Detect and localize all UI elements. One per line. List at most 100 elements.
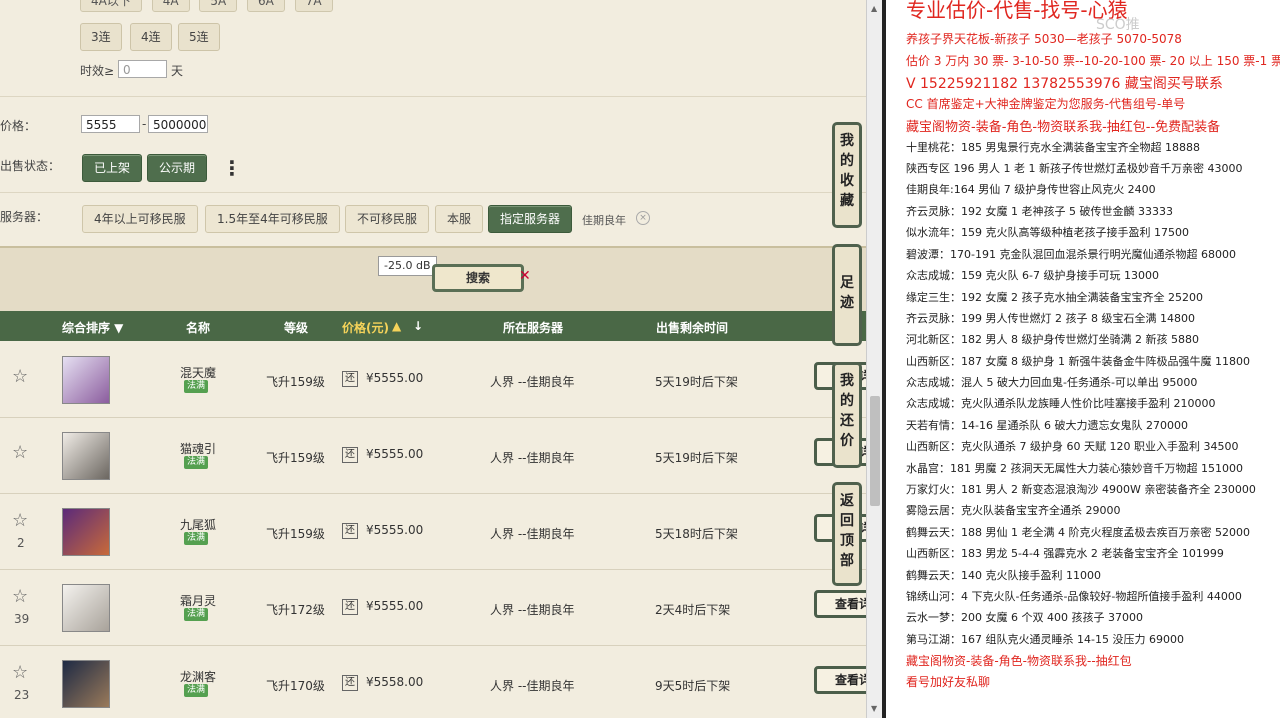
role-server: 人界 --佳期良年 bbox=[490, 375, 575, 389]
server-this-button[interactable]: 本服 bbox=[435, 205, 484, 233]
table-row[interactable]: ☆ 2 九尾狐 法满 飞升159级 还 ¥5555.00 人界 --佳期良年 5… bbox=[0, 494, 866, 570]
filter-6a[interactable]: 6A bbox=[247, 0, 285, 12]
info-red-line: CC 首席鉴定+大神金牌鉴定为您服务-代售组号-单号 bbox=[906, 97, 1186, 111]
filter-7a[interactable]: 7A bbox=[294, 0, 333, 12]
info-line: 十里桃花：185 男鬼景行克水全满装备宝宝齐全物超 18888 bbox=[906, 141, 1200, 154]
bargain-icon[interactable]: 还 bbox=[342, 371, 358, 387]
table-row[interactable]: ☆ 混天魔 法满 飞升159级 还 ¥5555.00 人界 --佳期良年 5天1… bbox=[0, 342, 866, 418]
role-price: ¥5555.00 bbox=[366, 447, 424, 461]
sidenav-favorites[interactable]: 我的收藏 bbox=[832, 122, 862, 228]
role-level: 飞升159级 bbox=[266, 451, 325, 465]
sort-down-icon[interactable]: ↓ bbox=[413, 319, 423, 333]
info-line: 万家灯火：181 男人 2 新变态混浪淘沙 4900W 亲密装备齐全 23000… bbox=[906, 483, 1256, 496]
filter-4a[interactable]: 4A bbox=[151, 0, 190, 12]
scroll-down-icon[interactable]: ▼ bbox=[871, 704, 877, 713]
price-max-input[interactable]: 5000000 bbox=[148, 115, 208, 133]
fav-count: 39 bbox=[14, 612, 30, 626]
avatar[interactable] bbox=[62, 356, 110, 404]
price-separator: - bbox=[142, 117, 147, 131]
role-level: 飞升170级 bbox=[266, 679, 325, 693]
fav-count: 23 bbox=[14, 688, 30, 702]
server-4y-button[interactable]: 4年以上可移民服 bbox=[82, 205, 198, 233]
table-row[interactable]: ☆ 猫魂引 法满 飞升159级 还 ¥5555.00 人界 --佳期良年 5天1… bbox=[0, 418, 866, 494]
info-line: 众志成城：混人 5 破大力回血鬼-任务通杀-可以单出 95000 bbox=[906, 376, 1198, 389]
filter-5a[interactable]: 5A bbox=[199, 0, 238, 12]
table-row[interactable]: ☆ 23 龙渊客 法满 飞升170级 还 ¥5558.00 人界 --佳期良年 … bbox=[0, 646, 866, 718]
filter-3lian[interactable]: 3连 bbox=[80, 23, 122, 51]
star-icon[interactable]: ☆ bbox=[12, 368, 28, 386]
server-label: 服务器： bbox=[0, 210, 49, 224]
price-min-input[interactable]: 5555 bbox=[81, 115, 140, 133]
bargain-icon[interactable]: 还 bbox=[342, 599, 358, 615]
sidenav-history-label: 足迹 bbox=[840, 275, 854, 311]
server-1-5y-button[interactable]: 1.5年至4年可移民服 bbox=[205, 205, 340, 233]
star-icon[interactable]: ☆ bbox=[12, 444, 28, 462]
search-button[interactable]: 搜索 bbox=[432, 264, 524, 292]
shixiao-input[interactable]: 0 bbox=[118, 60, 167, 78]
more-icon[interactable]: ⋮ bbox=[222, 158, 242, 178]
info-red-line: V 15225921182 13782553976 藏宝阁买号联系 bbox=[906, 76, 1223, 92]
sort-comprehensive[interactable]: 综合排序 ▼ bbox=[62, 319, 123, 336]
role-price: ¥5555.00 bbox=[366, 371, 424, 385]
role-name[interactable]: 龙渊客 bbox=[150, 668, 246, 685]
status-public-button[interactable]: 公示期 bbox=[147, 154, 208, 182]
col-level: 等级 bbox=[284, 321, 309, 335]
view-detail-button[interactable]: 查看详情 bbox=[814, 666, 866, 694]
info-line: 山西新区：187 女魔 8 级护身 1 新强牛装备金牛阵极品强牛魔 11800 bbox=[906, 355, 1250, 368]
sidenav-back-top[interactable]: 返回顶部 bbox=[832, 482, 862, 586]
volume-tooltip: -25.0 dB bbox=[378, 256, 437, 276]
info-line: 齐云灵脉：199 男人传世燃灯 2 孩子 8 级宝石全满 14800 bbox=[906, 312, 1195, 325]
avatar[interactable] bbox=[62, 584, 110, 632]
sidenav-bargains-label: 我的还价 bbox=[840, 373, 854, 449]
sort-price[interactable]: 价格(元) bbox=[342, 319, 389, 336]
info-line: 众志成城：159 克火队 6-7 级护身接手可玩 13000 bbox=[906, 269, 1159, 282]
close-icon[interactable]: × bbox=[636, 211, 650, 225]
table-row[interactable]: ☆ 39 霜月灵 法满 飞升172级 还 ¥5555.00 人界 --佳期良年 … bbox=[0, 570, 866, 646]
close-icon[interactable]: ✕ bbox=[519, 268, 531, 284]
scrollbar[interactable]: ▲ ▼ bbox=[866, 0, 883, 718]
status-badge: 法满 bbox=[184, 380, 209, 393]
info-line: 雾隐云居：克火队装备宝宝齐全通杀 29000 bbox=[906, 504, 1121, 517]
star-icon[interactable]: ☆ bbox=[12, 512, 28, 530]
info-line: 云水一梦：200 女魔 6 个双 400 孩孩子 37000 bbox=[906, 611, 1143, 624]
star-icon[interactable]: ☆ bbox=[12, 664, 28, 682]
info-line: 陕西专区 196 男人 1 老 1 新孩子传世燃灯孟极妙音千万亲密 43000 bbox=[906, 162, 1243, 175]
info-line: 山西新区：183 男龙 5-4-4 强霹克水 2 老装备宝宝齐全 101999 bbox=[906, 547, 1224, 560]
sidenav-bargains[interactable]: 我的还价 bbox=[832, 362, 862, 468]
col-server: 所在服务器 bbox=[503, 321, 564, 335]
role-price: ¥5555.00 bbox=[366, 523, 424, 537]
role-name[interactable]: 霜月灵 bbox=[150, 592, 246, 609]
scroll-up-icon[interactable]: ▲ bbox=[871, 4, 877, 13]
role-server: 人界 --佳期良年 bbox=[490, 527, 575, 541]
view-detail-button[interactable]: 查看详情 bbox=[814, 590, 866, 618]
role-name[interactable]: 猫魂引 bbox=[150, 440, 246, 457]
avatar[interactable] bbox=[62, 432, 110, 480]
server-specified-button[interactable]: 指定服务器 bbox=[488, 205, 573, 233]
status-badge: 法满 bbox=[184, 532, 209, 545]
sort-up-icon[interactable]: ▲ bbox=[392, 319, 401, 333]
info-line: 齐云灵脉：192 女魔 1 老神孩子 5 破传世金麟 33333 bbox=[906, 205, 1173, 218]
bargain-icon[interactable]: 还 bbox=[342, 523, 358, 539]
role-name[interactable]: 混天魔 bbox=[150, 364, 246, 381]
sidenav-history[interactable]: 足迹 bbox=[832, 244, 862, 346]
scrollbar-thumb[interactable] bbox=[870, 396, 880, 506]
filter-5lian[interactable]: 5连 bbox=[178, 23, 220, 51]
server-no-migrate-button[interactable]: 不可移民服 bbox=[345, 205, 430, 233]
info-line: 碧波潭：170-191 克金队混回血混杀景行明光魔仙通杀物超 68000 bbox=[906, 248, 1236, 261]
star-icon[interactable]: ☆ bbox=[12, 588, 28, 606]
info-line: 山西新区：克火队通杀 7 级护身 60 天赋 120 职业入手盈利 34500 bbox=[906, 440, 1239, 453]
status-listed-button[interactable]: 已上架 bbox=[82, 154, 143, 182]
filter-4lian[interactable]: 4连 bbox=[130, 23, 172, 51]
info-line: 似水流年：159 克火队高等级种植老孩子接手盈利 17500 bbox=[906, 226, 1189, 239]
avatar[interactable] bbox=[62, 508, 110, 556]
info-red-line: 藏宝阁物资-装备-角色-物资联系我-抽红包--免费配装备 bbox=[906, 120, 1221, 135]
bargain-icon[interactable]: 还 bbox=[342, 675, 358, 691]
role-name[interactable]: 九尾狐 bbox=[150, 516, 246, 533]
bargain-icon[interactable]: 还 bbox=[342, 447, 358, 463]
info-red-line: 看号加好友私聊 bbox=[906, 675, 991, 689]
filter-4a-below[interactable]: 4A以下 bbox=[80, 0, 142, 12]
avatar[interactable] bbox=[62, 660, 110, 708]
col-remain: 出售剩余时间 bbox=[656, 321, 729, 335]
info-line: 天若有情：14-16 星通杀队 6 破大力遗忘女鬼队 270000 bbox=[906, 419, 1188, 432]
info-line: 河北新区：182 男人 8 级护身传世燃灯坐骑满 2 新孩 5880 bbox=[906, 333, 1199, 346]
